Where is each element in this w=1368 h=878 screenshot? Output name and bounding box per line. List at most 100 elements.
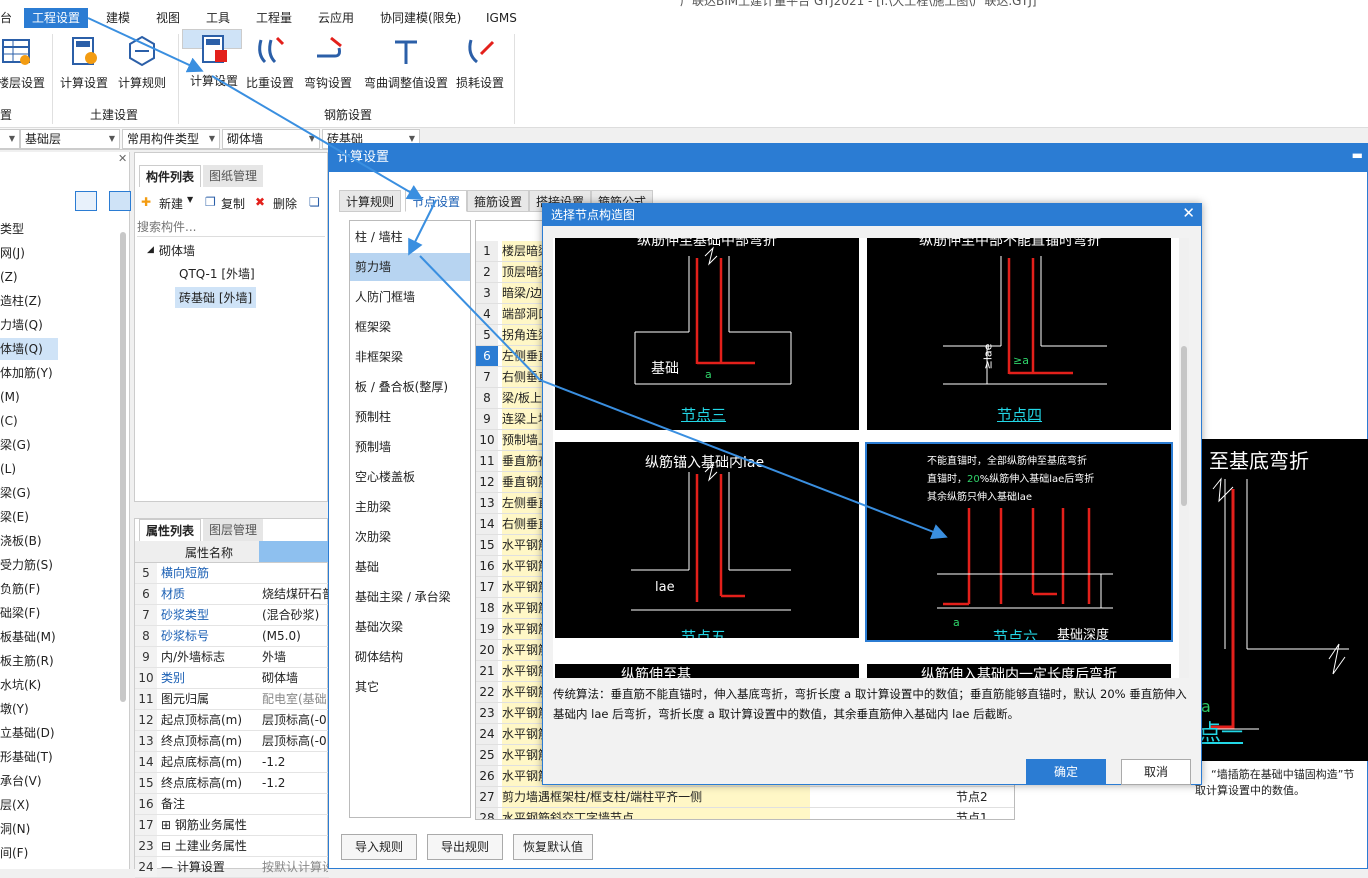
nav-item[interactable]: 体墙(Q) xyxy=(0,338,58,360)
property-row[interactable]: 12 起点顶标高(m) 层顶标高(-0 xyxy=(135,710,329,731)
close-icon[interactable]: ✕ xyxy=(1182,204,1195,222)
table-row[interactable]: 27 剪力墙遇框架柱/框支柱/端柱平齐一侧 节点2 xyxy=(476,787,1014,808)
property-row[interactable]: 6 材质 烧结煤矸石普 xyxy=(135,584,329,605)
nav-item[interactable]: 造柱(Z) xyxy=(0,290,118,312)
menu-item-igms[interactable]: IGMS xyxy=(486,8,517,28)
category-item[interactable]: 板 / 叠合板(整厚) xyxy=(350,373,470,401)
export-rules-button[interactable]: 导出规则 xyxy=(427,834,503,860)
property-row[interactable]: 9 内/外墙标志 外墙 xyxy=(135,647,329,668)
node-grid-scrollbar[interactable] xyxy=(1179,238,1189,678)
civil-calc-settings-button[interactable]: 计算设置 xyxy=(54,32,114,100)
nav-item[interactable]: 梁(G) xyxy=(0,434,118,456)
category-item[interactable]: 非框架梁 xyxy=(350,343,470,371)
nav-item[interactable]: 础梁(F) xyxy=(0,602,118,624)
nav-item[interactable]: 类型 xyxy=(0,218,118,240)
nav-item[interactable]: 形基础(T) xyxy=(0,746,118,768)
node-six-option[interactable]: 不能直锚时，全部纵筋伸至基底弯折 直锚时，20%纵筋伸入基础lae后弯折 其余纵… xyxy=(865,442,1173,642)
rule-value[interactable]: 节点2 xyxy=(956,787,988,807)
table-row[interactable]: 28 水平钢筋斜交丁字墙节点 节点1 xyxy=(476,808,1014,819)
nav-item[interactable]: 体加筋(Y) xyxy=(0,362,118,384)
rebar-calc-settings-button[interactable]: 计算设置 xyxy=(182,29,242,88)
property-row[interactable]: 11 图元归属 配电室(基础 xyxy=(135,689,329,710)
tab-drawing-management[interactable]: 图纸管理 xyxy=(203,165,264,187)
property-row[interactable]: 5 横向短筋 xyxy=(135,563,329,584)
tab-node-settings[interactable]: 节点设置 xyxy=(405,190,468,212)
minimize-icon[interactable]: ▬ xyxy=(1352,148,1363,162)
component-search-input[interactable] xyxy=(137,217,325,237)
category-item[interactable]: 人防门框墙 xyxy=(350,283,470,311)
nav-item[interactable]: 间(F) xyxy=(0,842,118,864)
nav-item[interactable]: 力墙(Q) xyxy=(0,314,118,336)
nav-item[interactable]: 墩(Y) xyxy=(0,698,118,720)
nav-item[interactable]: 梁(E) xyxy=(0,506,118,528)
nav-item[interactable]: (C) xyxy=(0,410,118,432)
floor-settings-button[interactable]: 楼层设置 xyxy=(0,32,46,100)
menu-item-collab[interactable]: 协同建模(限免) xyxy=(380,8,461,28)
property-value[interactable]: (混合砂浆) xyxy=(262,605,328,625)
property-value[interactable]: 层顶标高(-0 xyxy=(262,710,328,730)
node-one-option[interactable]: 纵筋伸至基 xyxy=(555,664,859,678)
floor-dropdown[interactable]: 基础层 ▼ xyxy=(20,129,120,149)
nav-item[interactable]: 板主筋(R) xyxy=(0,650,118,672)
node-four-option[interactable]: 纵筋伸至中部不能直锚时弯折 ≥lae ≥a 节点四 xyxy=(867,238,1171,430)
category-item[interactable]: 柱 / 墙柱 xyxy=(350,223,470,251)
chevron-down-icon[interactable]: ▼ xyxy=(187,195,193,204)
property-value[interactable]: -1.2 xyxy=(262,773,328,793)
import-rules-button[interactable]: 导入规则 xyxy=(341,834,417,860)
tree-root[interactable]: 砌体墙 xyxy=(159,242,195,259)
hook-settings-button[interactable]: 弯钩设置 xyxy=(298,32,358,100)
new-button[interactable]: 新建 xyxy=(159,195,183,212)
category-item[interactable]: 基础次梁 xyxy=(350,613,470,641)
tab-component-list[interactable]: 构件列表 xyxy=(139,165,202,187)
copy-button[interactable]: 复制 xyxy=(221,195,245,212)
close-icon[interactable]: ✕ xyxy=(118,152,127,165)
cancel-button[interactable]: 取消 xyxy=(1121,759,1191,785)
component-dropdown[interactable]: 砌体墙 ▼ xyxy=(222,129,320,149)
nav-item[interactable]: 网(J) xyxy=(0,242,118,264)
menu-item-project-settings[interactable]: 工程设置 xyxy=(24,8,89,28)
nav-item[interactable]: 浇板(B) xyxy=(0,530,118,552)
property-row[interactable]: 14 起点底标高(m) -1.2 xyxy=(135,752,329,773)
nav-item[interactable]: 受力筋(S) xyxy=(0,554,118,576)
tab-calc-rules[interactable]: 计算规则 xyxy=(339,190,402,212)
menu-item-start[interactable]: 台 xyxy=(0,8,12,28)
property-row[interactable]: 10 类别 砌体墙 xyxy=(135,668,329,689)
category-item[interactable]: 主肋梁 xyxy=(350,493,470,521)
restore-defaults-button[interactable]: 恢复默认值 xyxy=(513,834,593,860)
category-item[interactable]: 预制墙 xyxy=(350,433,470,461)
list-view-icon[interactable] xyxy=(75,191,97,211)
property-row[interactable]: 23 ⊟ 土建业务属性 xyxy=(135,836,329,857)
property-value[interactable]: 配电室(基础 xyxy=(262,689,328,709)
menu-item-tools[interactable]: 工具 xyxy=(206,8,230,28)
property-row[interactable]: 17 ⊞ 钢筋业务属性 xyxy=(135,815,329,836)
property-row[interactable]: 7 砂浆类型 (混合砂浆) xyxy=(135,605,329,626)
loss-settings-button[interactable]: 损耗设置 xyxy=(450,32,510,100)
nav-scrollbar[interactable] xyxy=(120,232,126,702)
property-value[interactable]: (M5.0) xyxy=(262,626,328,646)
menu-item-quantity[interactable]: 工程量 xyxy=(256,8,292,28)
menu-item-cloud[interactable]: 云应用 xyxy=(318,8,354,28)
nav-item[interactable]: 层(X) xyxy=(0,794,118,816)
nav-item[interactable]: 立基础(D) xyxy=(0,722,118,744)
nav-item[interactable]: 水坑(K) xyxy=(0,674,118,696)
grid-view-icon[interactable] xyxy=(109,191,131,211)
tree-item[interactable]: QTQ-1 [外墙] xyxy=(179,265,255,282)
nav-item[interactable]: (Z) xyxy=(0,266,118,288)
tab-properties[interactable]: 属性列表 xyxy=(139,519,202,541)
menu-item-view[interactable]: 视图 xyxy=(156,8,180,28)
bend-adjust-settings-button[interactable]: 弯曲调整值设置 xyxy=(360,32,452,100)
node-three-option[interactable]: 纵筋伸至基础中部弯折 基础 a 节点三 xyxy=(555,238,859,430)
property-row[interactable]: 16 备注 xyxy=(135,794,329,815)
floor-dropdown-prefix[interactable]: ▼ xyxy=(0,129,20,149)
rule-value[interactable]: 节点1 xyxy=(956,808,988,819)
category-item[interactable]: 次肋梁 xyxy=(350,523,470,551)
nav-item[interactable]: 梁(G) xyxy=(0,482,118,504)
property-row[interactable]: 24 — 计算设置 按默认计算设 xyxy=(135,857,329,878)
delete-button[interactable]: 删除 xyxy=(273,195,297,212)
nav-item[interactable]: 承台(V) xyxy=(0,770,118,792)
nav-item[interactable]: (M) xyxy=(0,386,118,408)
more-icon[interactable]: ❏ xyxy=(309,195,320,209)
property-row[interactable]: 8 砂浆标号 (M5.0) xyxy=(135,626,329,647)
property-row[interactable]: 15 终点底标高(m) -1.2 xyxy=(135,773,329,794)
category-item[interactable]: 其它 xyxy=(350,673,470,701)
